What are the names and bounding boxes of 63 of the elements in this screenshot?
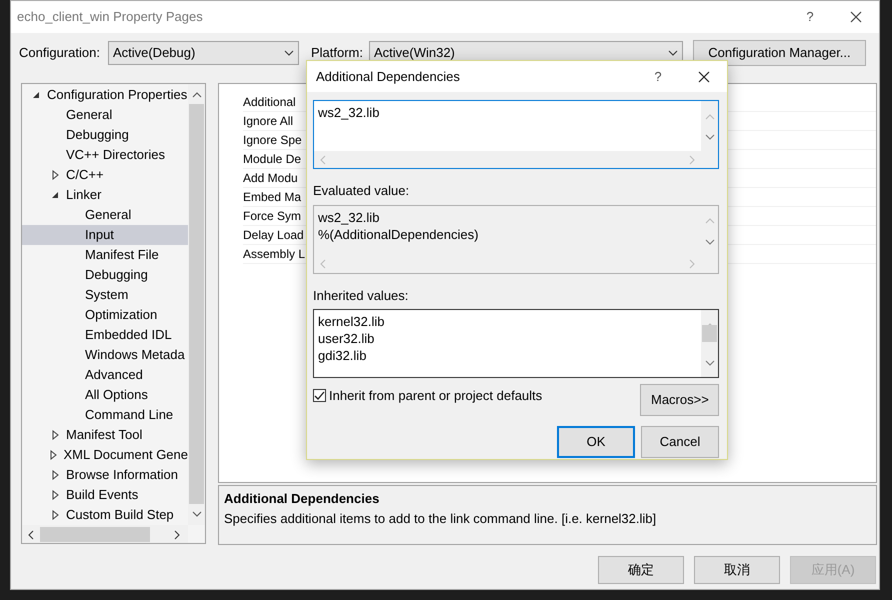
tree-item[interactable]: C/C++ (22, 165, 188, 185)
chevron-down-icon[interactable] (704, 360, 714, 366)
tree-item[interactable]: Manifest File (22, 245, 188, 265)
tree-item[interactable]: Windows Metada (22, 345, 188, 365)
dialog-button[interactable]: 取消 (694, 556, 780, 584)
description-title: Additional Dependencies (224, 490, 380, 508)
macros-button[interactable]: Macros>> (640, 384, 719, 416)
window-title: echo_client_win Property Pages (17, 8, 204, 26)
dialog-button[interactable]: 确定 (598, 556, 684, 584)
scroll-thumb[interactable] (40, 526, 150, 542)
tree-item[interactable]: Browse Information (22, 465, 188, 485)
dialog-button[interactable]: Cancel (641, 426, 719, 458)
tree-item[interactable]: Linker (22, 185, 188, 205)
expanded-triangle-icon[interactable] (51, 191, 59, 199)
inherited-values-label: Inherited values: (313, 286, 410, 304)
tree-item[interactable]: Build Events (22, 485, 188, 505)
value-line: ws2_32.lib (318, 104, 380, 121)
chevron-left-icon[interactable] (28, 530, 34, 540)
dialog-title: Additional Dependencies (316, 68, 461, 86)
collapsed-triangle-icon[interactable] (52, 170, 58, 180)
chevron-down-icon[interactable] (704, 238, 714, 245)
inherited-line: gdi32.lib (318, 347, 368, 364)
help-button[interactable]: ? (787, 1, 833, 33)
close-icon (698, 70, 710, 82)
dependencies-field[interactable]: ws2_32.lib (313, 100, 719, 169)
vertical-scrollbar[interactable] (188, 84, 205, 525)
tree-item[interactable]: Debugging (22, 125, 188, 145)
tree-item[interactable]: Configuration Properties (22, 85, 188, 105)
chevron-down-icon[interactable] (192, 511, 202, 518)
scroll-thumb[interactable] (702, 325, 717, 342)
tree-item[interactable]: Advanced (22, 365, 188, 385)
tree-item[interactable]: Debugging (22, 265, 188, 285)
close-icon (850, 11, 862, 23)
configuration-dropdown[interactable]: Active(Debug) (108, 41, 299, 65)
evaluated-value-label: Evaluated value: (313, 182, 410, 200)
tree-item[interactable]: General (22, 105, 188, 125)
configuration-manager-button[interactable]: Configuration Manager... (692, 40, 866, 66)
expanded-triangle-icon[interactable] (32, 91, 40, 99)
chevron-right-icon[interactable] (174, 530, 180, 540)
tree-item[interactable]: Input (22, 225, 188, 245)
platform-label: Platform: (310, 44, 363, 62)
tree-item[interactable]: System (22, 285, 188, 305)
chevron-down-icon[interactable] (704, 134, 714, 140)
tree-item[interactable]: General (22, 205, 188, 225)
horizontal-scrollbar[interactable] (22, 525, 188, 543)
tree-item[interactable]: Optimization (22, 305, 188, 325)
evaluated-line: ws2_32.lib (318, 208, 380, 226)
tree-item[interactable]: All Options (22, 385, 188, 405)
tree-item[interactable]: XML Document Gene (22, 445, 188, 465)
tree-item[interactable]: Manifest Tool (22, 425, 188, 445)
tree-item[interactable]: Embedded IDL (22, 325, 188, 345)
inherit-checkbox[interactable]: Inherit from parent or project defaults (313, 386, 542, 406)
inherited-line: user32.lib (318, 330, 376, 347)
evaluated-line: %(AdditionalDependencies) (318, 226, 480, 242)
configuration-label: Configuration: (19, 44, 100, 62)
checkmark-icon (314, 390, 325, 402)
tree-item[interactable]: VC++ Directories (22, 145, 188, 165)
description-text: Specifies additional items to add to the link command line. [i.e. kernel32.lib] (224, 510, 658, 528)
dialog-button[interactable]: OK (557, 426, 635, 458)
tree-item[interactable]: Custom Build Step (22, 505, 188, 525)
scroll-thumb[interactable] (189, 104, 204, 504)
tree-item[interactable]: Command Line (22, 405, 188, 425)
inherited-line: kernel32.lib (318, 313, 386, 330)
